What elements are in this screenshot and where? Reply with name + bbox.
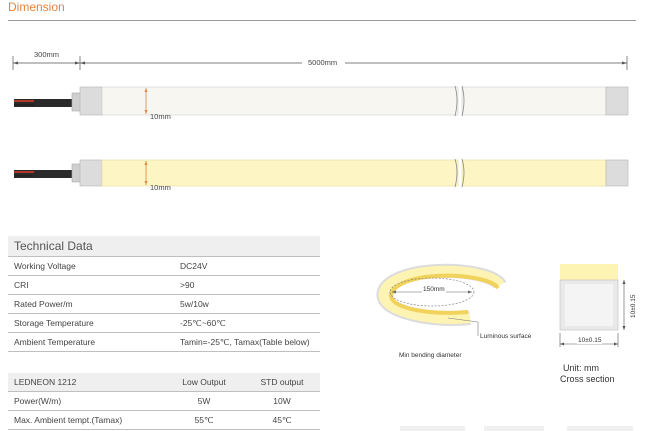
row-value: -25℃~60℃ bbox=[174, 313, 320, 333]
cross-section-caption: Cross section bbox=[560, 374, 615, 384]
cross-section-diagram bbox=[559, 264, 626, 347]
header-cell: Low Output bbox=[164, 373, 244, 392]
cross-section-width-label: 10±0.15 bbox=[577, 337, 603, 344]
height-label-bottom: 10mm bbox=[150, 183, 171, 192]
luminous-surface-label: Luminous surface bbox=[480, 333, 532, 340]
row-value: 10W bbox=[244, 391, 320, 411]
header-cell: LEDNEON 1212 bbox=[8, 373, 164, 392]
header-cell: STD output bbox=[244, 373, 320, 392]
table-row: Rated Power/m 5w/10w bbox=[8, 294, 320, 314]
height-label-top: 10mm bbox=[150, 112, 171, 121]
row-value: Tamin=-25℃, Tamax(Table below) bbox=[174, 332, 320, 352]
row-value: >90 bbox=[174, 275, 320, 295]
table-row: Max. Ambient tempt.(Tamax) 55℃ 45℃ bbox=[8, 410, 320, 430]
warm-neon-strip bbox=[14, 158, 629, 188]
technical-data-table: Technical Data Working Voltage DC24V CRI… bbox=[8, 236, 320, 352]
strip-length-label: 5000mm bbox=[306, 58, 340, 67]
row-value: 55℃ bbox=[164, 410, 244, 430]
row-label: Max. Ambient tempt.(Tamax) bbox=[8, 410, 164, 430]
lead-length-label: 300mm bbox=[34, 50, 60, 59]
table-row: Ambient Temperature Tamin=-25℃, Tamax(Ta… bbox=[8, 332, 320, 352]
row-value: 5W bbox=[164, 391, 244, 411]
row-label: Ambient Temperature bbox=[8, 332, 174, 352]
row-value: 5w/10w bbox=[174, 294, 320, 314]
bend-diagram bbox=[376, 263, 507, 336]
row-label: Power(W/m) bbox=[8, 391, 164, 411]
row-label: Working Voltage bbox=[8, 256, 174, 276]
row-value: DC24V bbox=[174, 256, 320, 276]
table-row: Storage Temperature -25℃~60℃ bbox=[8, 313, 320, 333]
unit-label: Unit: mm bbox=[563, 363, 599, 373]
row-label: Storage Temperature bbox=[8, 313, 174, 333]
table-row: CRI >90 bbox=[8, 275, 320, 295]
table-row: Power(W/m) 5W 10W bbox=[8, 391, 320, 411]
row-value: 45℃ bbox=[244, 410, 320, 430]
row-label: Rated Power/m bbox=[8, 294, 174, 314]
cross-section-height-label: 10±0.15 bbox=[630, 294, 637, 318]
row-label: CRI bbox=[8, 275, 174, 295]
table-row: Working Voltage DC24V bbox=[8, 256, 320, 276]
white-neon-strip bbox=[14, 85, 629, 117]
output-table: LEDNEON 1212 Low Output STD output Power… bbox=[8, 373, 320, 430]
bend-diameter-label: 150mm bbox=[422, 286, 446, 293]
output-table-header: LEDNEON 1212 Low Output STD output bbox=[8, 373, 320, 392]
technical-data-heading: Technical Data bbox=[8, 236, 320, 257]
bend-caption: Min bending diameter bbox=[399, 352, 462, 359]
